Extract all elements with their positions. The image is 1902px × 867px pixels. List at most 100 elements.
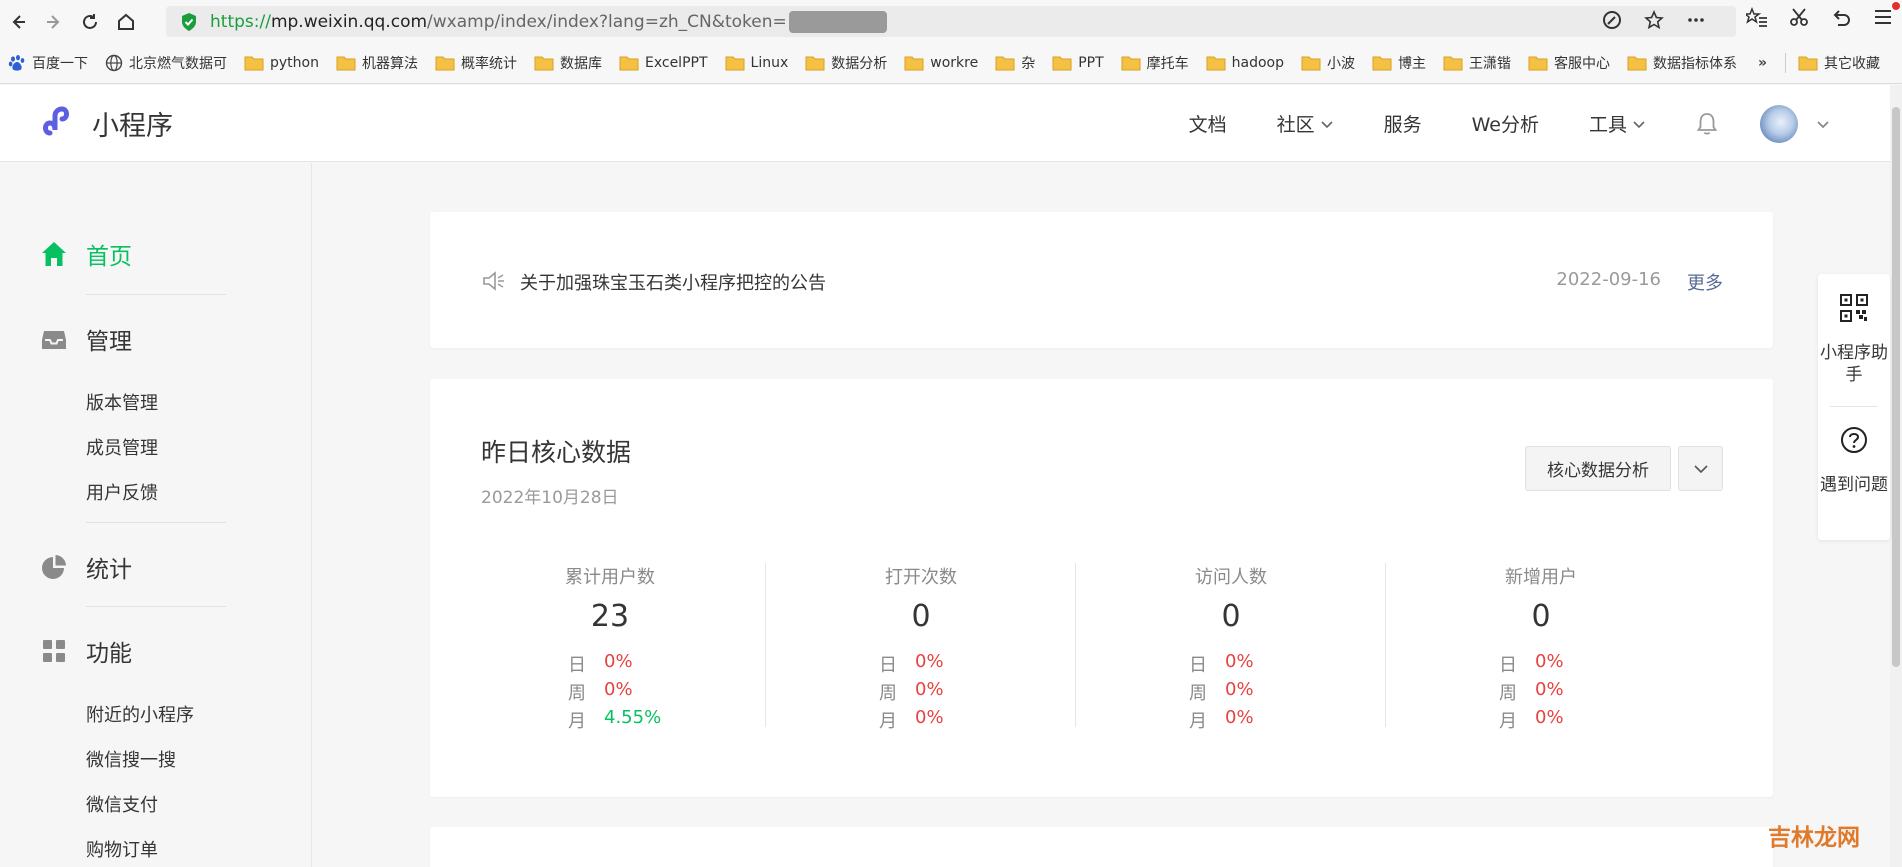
nav-we-analysis[interactable]: We分析 [1472,110,1539,137]
qr-code-icon[interactable] [1840,294,1868,322]
bookmark-gas-data[interactable]: 北京燃气数据可 [105,53,227,73]
bookmark-folder[interactable]: workre [904,55,978,71]
star-icon[interactable] [1644,10,1664,30]
logo[interactable]: 小程序 [40,103,173,143]
bookmark-folder[interactable]: PPT [1052,55,1104,71]
folder-icon [619,56,639,71]
bell-icon[interactable] [1694,111,1720,137]
nav-label: 文档 [1188,114,1227,136]
bookmark-label: 机器算法 [361,56,418,72]
folder-icon [805,56,825,71]
bookmark-folder[interactable]: ExcelPPT [619,55,708,71]
sidebar-item-features[interactable]: 功能 [40,634,132,668]
stat-value: 0 [1221,599,1241,634]
nav-community[interactable]: 社区 [1277,110,1334,137]
sidebar-item-wechat-search[interactable]: 微信搜一搜 [86,746,176,772]
core-analysis-button[interactable]: 核心数据分析 [1525,446,1671,491]
stat-day-change: 0% [604,651,633,672]
stat-week-change: 0% [1225,679,1254,700]
bookmark-label: 数据指标体系 [1653,56,1737,72]
bookmark-folder[interactable]: 机器算法 [336,53,418,73]
bookmark-folder[interactable]: python [244,55,319,71]
more-dots-icon[interactable] [1686,10,1706,30]
stat-month-row: 月 0% [1189,707,1254,733]
bookmark-folder[interactable]: 数据分析 [805,53,887,73]
nav-tools[interactable]: 工具 [1589,110,1646,137]
nav-services[interactable]: 服务 [1384,110,1422,137]
miniprogram-assistant-link[interactable]: 小程序助手 [1818,342,1890,386]
scrollbar-thumb[interactable] [1892,107,1900,667]
stat-week-change: 0% [915,679,944,700]
chevron-down-icon [1321,120,1333,128]
folder-icon [244,56,264,71]
nav-docs[interactable]: 文档 [1189,110,1227,137]
help-link[interactable]: 遇到问题 [1818,474,1890,496]
bookmark-folder[interactable]: 杂 [995,53,1035,73]
bookmark-label: 小波 [1327,56,1355,72]
sidebar-item-nearby-miniprogram[interactable]: 附近的小程序 [86,701,194,727]
stat-month-change: 0% [1535,707,1564,728]
period-label: 周 [1189,683,1207,704]
notification-dot [1892,2,1900,10]
chevron-down-icon [1693,464,1708,473]
chevron-down-icon[interactable] [1816,119,1830,129]
sidebar-item-label: 统计 [86,557,132,583]
sidebar-item-manage[interactable]: 管理 [40,322,132,356]
bookmark-folder[interactable]: hadoop [1206,55,1284,71]
bookmark-folder[interactable]: Linux [725,55,788,71]
folder-icon [336,56,356,71]
bookmark-folder[interactable]: 客服中心 [1528,53,1610,73]
sidebar-item-shopping-orders[interactable]: 购物订单 [86,836,158,862]
bookmark-label: 百度一下 [32,56,88,72]
back-icon[interactable] [0,4,36,40]
scissors-icon[interactable] [1788,6,1810,28]
bookmark-folder[interactable]: 王潇锴 [1443,53,1511,73]
sidebar-item-stats[interactable]: 统计 [40,550,132,584]
announcement-link[interactable]: 关于加强珠宝玉石类小程序把控的公告 [520,269,826,295]
sidebar-divider [86,294,226,295]
sidebar-item-wechat-pay[interactable]: 微信支付 [86,791,158,817]
folder-icon [904,56,924,71]
undo-icon[interactable] [1830,6,1852,28]
bookmark-folder[interactable]: 小波 [1301,53,1355,73]
address-bar[interactable]: https://mp.weixin.qq.com/wxamp/index/ind… [166,6,1736,37]
menu-icon[interactable] [1872,6,1894,28]
home-icon[interactable] [108,4,144,40]
url-host: mp.weixin.qq.com [270,11,428,32]
sidebar-item-home[interactable]: 首页 [40,237,132,271]
sidebar-item-member-manage[interactable]: 成员管理 [86,434,158,460]
stat-label: 打开次数 [885,567,957,588]
home-icon [42,242,66,266]
bookmark-folder[interactable]: 概率统计 [435,53,517,73]
stat-month-row: 月 4.55% [568,707,661,733]
security-shield-icon [182,12,196,31]
other-bookmarks[interactable]: 其它收藏 [1798,53,1880,73]
page-scrollbar[interactable] [1890,85,1902,867]
bookmarks-overflow-button[interactable]: » [1758,55,1767,71]
core-analysis-dropdown-button[interactable] [1678,446,1723,491]
bookmark-label: 数据分析 [831,56,888,72]
bookmark-label: 其它收藏 [1824,56,1881,72]
watermark: 吉林龙网 [1768,825,1860,851]
nav-label: 社区 [1276,114,1315,136]
compass-icon[interactable] [1602,10,1622,30]
more-link[interactable]: 更多 [1687,269,1723,295]
browser-toolbar: https://mp.weixin.qq.com/wxamp/index/ind… [0,0,1902,43]
sidebar-item-version-manage[interactable]: 版本管理 [86,389,158,415]
stat-day-change: 0% [915,651,944,672]
bookmark-folder[interactable]: 博主 [1372,53,1426,73]
reload-icon[interactable] [72,4,108,40]
bookmark-folder[interactable]: 数据库 [534,53,602,73]
core-data-title: 昨日核心数据 [481,438,632,467]
bookmark-folder[interactable]: 数据指标体系 [1627,53,1737,73]
bookmark-baidu[interactable]: 百度一下 [8,53,88,73]
avatar[interactable] [1760,104,1798,143]
bookmark-folder[interactable]: 摩托车 [1121,53,1189,73]
bookmark-label: 摩托车 [1146,56,1189,72]
sidebar-item-user-feedback[interactable]: 用户反馈 [86,479,158,505]
forward-icon[interactable] [36,4,72,40]
stat-week-row: 周 0% [568,679,633,705]
favorites-list-icon[interactable] [1746,6,1768,28]
question-icon[interactable] [1840,426,1868,454]
sidebar-item-label: 功能 [86,641,132,667]
